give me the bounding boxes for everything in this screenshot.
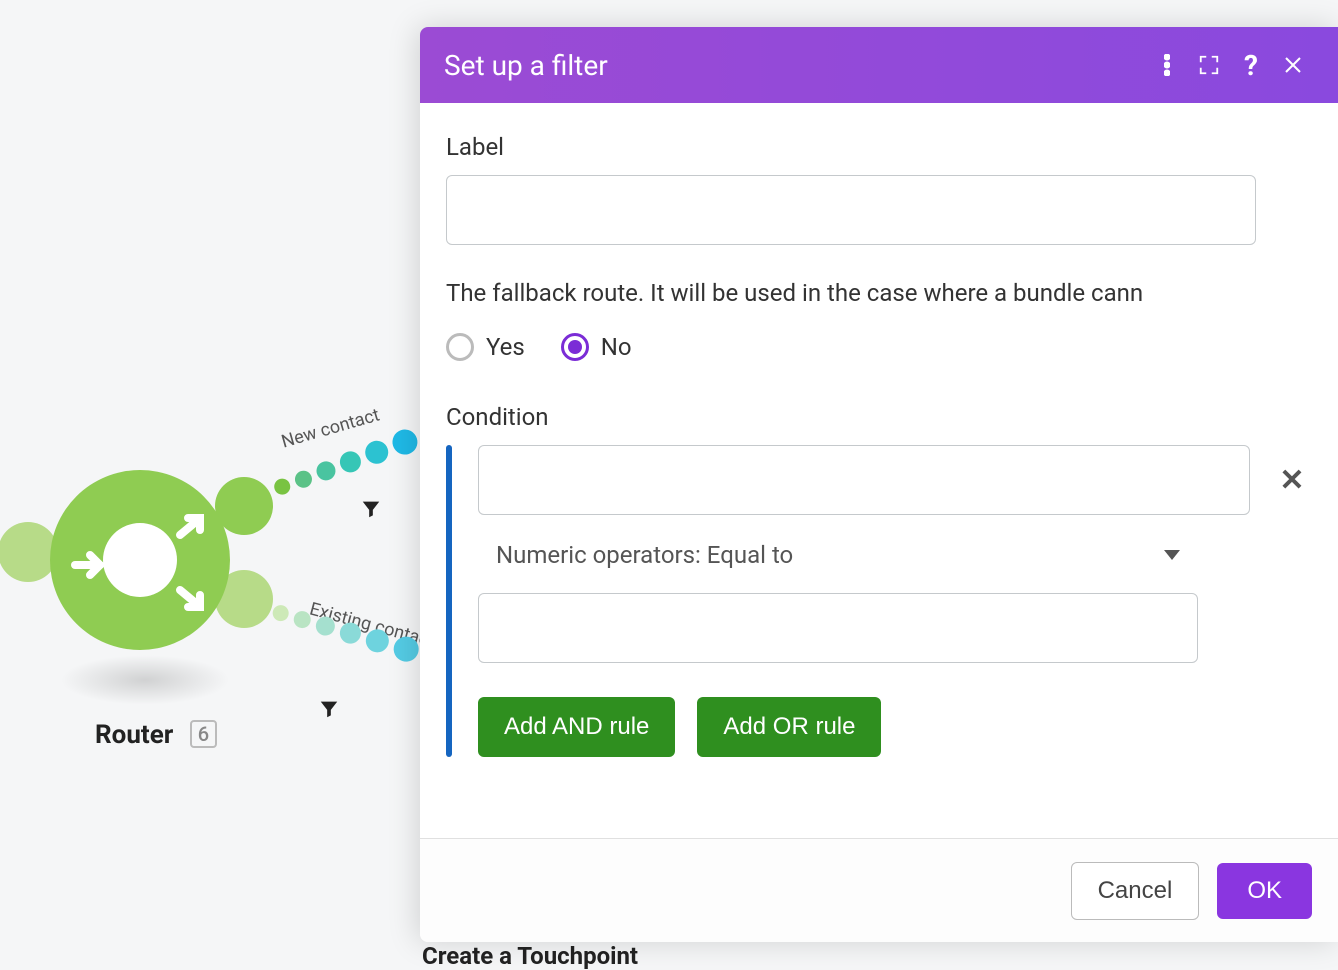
help-icon[interactable]: ? [1230,44,1272,86]
modal-title: Set up a filter [444,49,1146,82]
add-or-rule-button[interactable]: Add OR rule [697,697,881,757]
fallback-yes-label: Yes [486,333,525,361]
condition-operator-select[interactable]: Numeric operators: Equal to [478,527,1198,583]
fallback-description: The fallback route. It will be used in t… [446,279,1312,307]
operator-text: Numeric operators: Equal to [496,541,793,569]
fallback-no-label: No [601,333,632,361]
expand-icon[interactable] [1188,44,1230,86]
create-touchpoint-label: Create a Touchpoint [422,942,638,970]
chevron-down-icon [1164,550,1180,560]
fallback-no-option[interactable]: No [561,333,632,361]
label-field-heading: Label [446,133,1312,161]
router-label-text: Router [95,720,173,750]
label-input[interactable] [446,175,1256,245]
condition-field-b-input[interactable] [478,593,1198,663]
more-options-icon[interactable] [1146,44,1188,86]
modal-body: Label The fallback route. It will be use… [420,103,1338,838]
cancel-button[interactable]: Cancel [1071,862,1200,920]
router-inner-circle [103,523,177,597]
router-shadow [60,655,230,705]
router-node[interactable]: Router 6 [0,420,260,760]
remove-condition-icon[interactable]: ✕ [1272,463,1312,498]
filter-icon[interactable] [314,698,344,728]
filter-setup-modal: Set up a filter ? Label The fallback rou… [420,27,1338,942]
add-and-rule-button[interactable]: Add AND rule [478,697,675,757]
router-label: Router 6 [95,720,217,750]
condition-block: ✕ Numeric operators: Equal to Add AND ru… [446,445,1312,757]
modal-header: Set up a filter ? [420,27,1338,103]
radio-indicator [446,333,474,361]
modal-footer: Cancel OK [420,838,1338,942]
fallback-yes-option[interactable]: Yes [446,333,525,361]
filter-icon[interactable] [356,498,386,528]
condition-heading: Condition [446,403,1312,431]
ok-button[interactable]: OK [1217,863,1312,919]
radio-indicator [561,333,589,361]
condition-field-a-input[interactable] [478,445,1250,515]
close-icon[interactable] [1272,44,1314,86]
condition-accent-bar [446,445,452,757]
router-badge: 6 [190,720,217,748]
fallback-radio-group: Yes No [446,333,1312,361]
